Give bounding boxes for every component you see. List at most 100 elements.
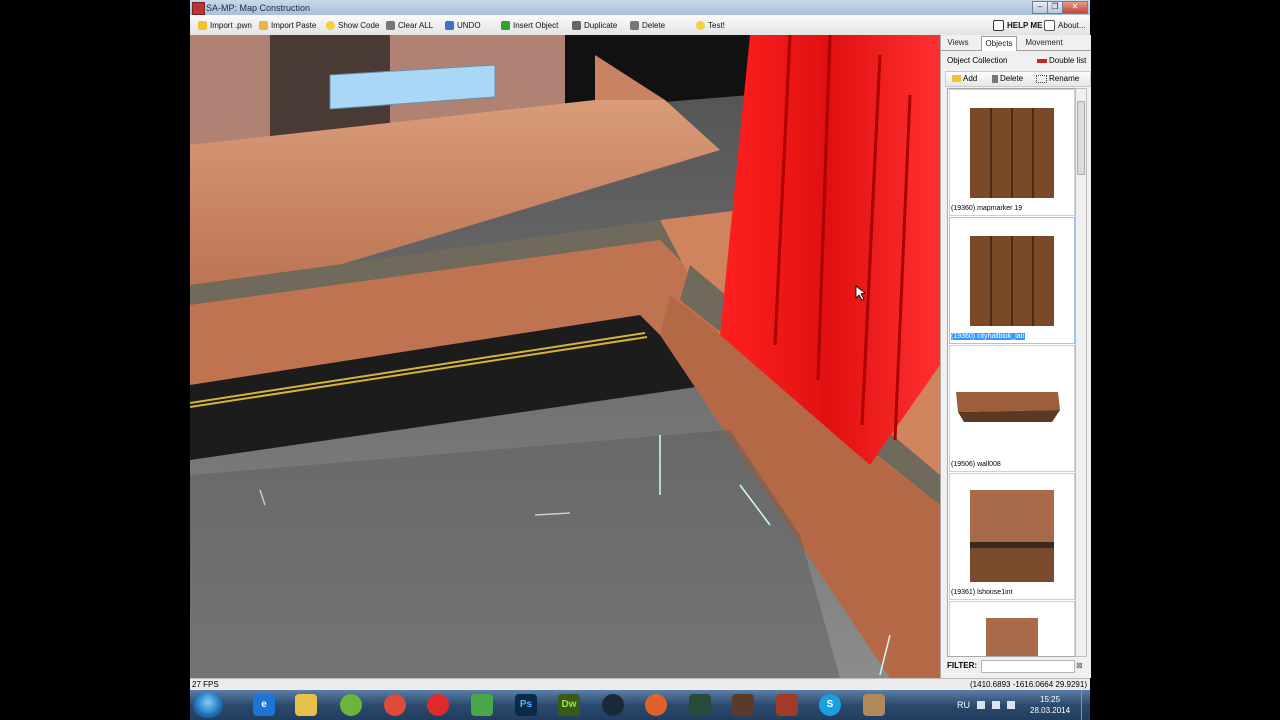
scrollbar-thumb[interactable] <box>1077 101 1085 175</box>
app-icon[interactable] <box>689 694 711 716</box>
import-pwn-button[interactable]: Import .pwn <box>198 19 252 31</box>
main-toolbar: Import .pwn Import Paste Show Code Clear… <box>190 15 1090 36</box>
network-icon[interactable] <box>992 701 1000 709</box>
steam-icon[interactable] <box>602 694 624 716</box>
duplicate-icon <box>572 20 581 30</box>
dreamweaver-icon[interactable]: Dw <box>558 694 580 716</box>
object-thumbnail <box>970 236 1054 326</box>
clear-all-button[interactable]: Clear ALL <box>386 19 433 31</box>
delete-button[interactable]: Delete <box>630 19 665 31</box>
insert-object-label: Insert Object <box>513 20 559 30</box>
add-button[interactable]: Add <box>952 74 977 83</box>
red-bar-icon <box>1037 58 1047 63</box>
tab-movement[interactable]: Movement <box>1021 36 1067 49</box>
window-title: SA-MP: Map Construction <box>206 3 311 13</box>
undo-label: UNDO <box>457 20 481 30</box>
object-collection-label: Object Collection <box>947 56 1008 65</box>
object-thumbnail <box>970 108 1054 198</box>
list-item-label: (19360) mapmarker 19 <box>951 205 1023 212</box>
ie-icon[interactable]: e <box>253 694 275 716</box>
map-construction-icon[interactable] <box>863 694 885 716</box>
clock-date: 28.03.2014 <box>1030 706 1071 715</box>
about-button[interactable]: About... <box>1044 19 1086 31</box>
add-label: Add <box>963 74 978 83</box>
paste-icon <box>259 20 268 30</box>
collection-delete-button[interactable]: Delete <box>992 74 1023 83</box>
filter-clear-icon[interactable]: ⊠ <box>1076 661 1083 670</box>
explorer-icon[interactable] <box>295 694 317 716</box>
folder-icon <box>198 20 207 30</box>
import-paste-label: Import Paste <box>271 20 317 30</box>
start-button[interactable] <box>193 692 223 718</box>
butterfly-icon[interactable] <box>471 694 493 716</box>
list-item-label: (19506) wall008 <box>951 461 1001 468</box>
show-desktop-button[interactable] <box>1081 690 1090 720</box>
duplicate-button[interactable]: Duplicate <box>572 19 617 31</box>
double-list-toggle[interactable]: Double list <box>1037 56 1086 65</box>
list-item[interactable]: (19361) lshouse1int <box>949 473 1075 600</box>
photoshop-icon[interactable]: Ps <box>515 694 537 716</box>
help-me-label: HELP ME <box>1007 20 1043 30</box>
tab-objects[interactable]: Objects <box>981 36 1017 51</box>
test-label: Test! <box>708 20 725 30</box>
undo-button[interactable]: UNDO <box>445 19 481 31</box>
tab-views[interactable]: Views <box>945 36 971 49</box>
scene-render <box>190 35 940 678</box>
collection-delete-label: Delete <box>1000 74 1024 83</box>
app-icon <box>192 2 205 15</box>
object-thumbnail <box>986 618 1038 656</box>
rename-button[interactable]: Rename <box>1036 74 1079 83</box>
plus-icon <box>501 20 510 30</box>
list-item-label: (19360) cityhallblok_lan <box>951 333 1025 340</box>
help-me-button[interactable]: HELP ME <box>993 19 1042 31</box>
yandex-icon[interactable] <box>427 694 449 716</box>
taskbar: e Ps Dw S RU 15:25 28.03.2014 <box>190 690 1090 720</box>
fps-counter: 27 FPS <box>192 680 219 689</box>
test-button[interactable]: Test! <box>696 19 725 31</box>
show-code-label: Show Code <box>338 20 380 30</box>
clock[interactable]: 15:25 28.03.2014 <box>1030 694 1070 716</box>
trash-icon <box>992 74 998 83</box>
browser-icon[interactable] <box>340 694 362 716</box>
sun-icon <box>326 20 335 30</box>
object-thumbnail <box>970 490 1054 582</box>
coordinates-readout: (1410.6893 -1616.0664 29.9291) <box>970 680 1087 689</box>
skype-icon[interactable]: S <box>819 694 841 716</box>
rename-icon <box>1036 74 1047 83</box>
delete-label: Delete <box>642 20 666 30</box>
close-button[interactable]: ✕ <box>1062 1 1088 14</box>
game-icon[interactable] <box>732 694 754 716</box>
tray-arrow-icon[interactable] <box>977 701 985 709</box>
filter-input[interactable] <box>981 660 1075 673</box>
window-icon <box>1044 19 1055 31</box>
3d-viewport[interactable] <box>190 35 940 678</box>
list-item-label: (19361) lshouse1int <box>951 589 1013 596</box>
title-bar[interactable]: SA-MP: Map Construction – ❐ ✕ <box>190 0 1090 15</box>
side-panel: Views Objects Movement Object Collection… <box>940 35 1091 678</box>
list-scrollbar[interactable] <box>1075 88 1087 657</box>
about-label: About... <box>1058 20 1086 30</box>
insert-object-button[interactable]: Insert Object <box>501 19 558 31</box>
show-code-button[interactable]: Show Code <box>326 19 379 31</box>
folder-icon <box>952 75 961 82</box>
language-indicator[interactable]: RU <box>957 700 970 710</box>
list-item[interactable]: (19506) wall008 <box>949 345 1075 472</box>
flag-icon[interactable] <box>1007 701 1015 709</box>
media-player-icon[interactable] <box>645 694 667 716</box>
samp-icon[interactable] <box>776 694 798 716</box>
list-item[interactable]: (19360) mapmarker 19 <box>949 89 1075 216</box>
panel-tabs: Views Objects Movement <box>941 35 1091 51</box>
list-item[interactable] <box>949 601 1075 656</box>
trash-icon <box>386 20 395 30</box>
import-paste-button[interactable]: Import Paste <box>259 19 316 31</box>
duplicate-label: Duplicate <box>584 20 618 30</box>
minimize-button[interactable]: – <box>1032 1 1048 14</box>
maximize-button[interactable]: ❐ <box>1047 1 1063 14</box>
filter-label: FILTER: <box>947 661 978 670</box>
object-list: (19360) mapmarker 19 (19360) cityhallblo… <box>947 88 1077 657</box>
chrome-icon[interactable] <box>384 694 406 716</box>
list-item[interactable]: (19360) cityhallblok_lan <box>949 217 1075 344</box>
help-icon <box>993 19 1004 31</box>
undo-icon <box>445 20 454 30</box>
import-pwn-label: Import .pwn <box>210 20 252 30</box>
